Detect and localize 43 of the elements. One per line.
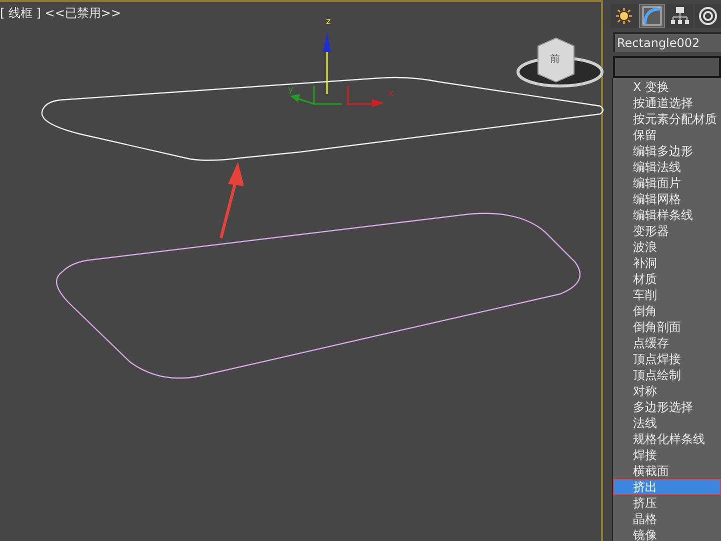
modifier-list-item[interactable]: 按元素分配材质 — [613, 111, 721, 127]
sun-icon — [615, 7, 633, 25]
modifier-list-item[interactable]: 按通道选择 — [613, 95, 721, 111]
viewcube-face-label: 前 — [550, 53, 560, 67]
modifier-list-item[interactable]: 保留 — [613, 127, 721, 143]
modifier-list-item[interactable]: 车削 — [613, 287, 721, 303]
gizmo-x-label: x — [388, 88, 394, 101]
modifier-list-item[interactable]: 波浪 — [613, 239, 721, 255]
modifier-list-item[interactable]: 顶点绘制 — [613, 367, 721, 383]
modifier-list-item[interactable]: 编辑网格 — [613, 191, 721, 207]
modifier-list-item[interactable]: 变形器 — [613, 223, 721, 239]
modifier-list-item[interactable]: 倒角剖面 — [613, 319, 721, 335]
modifier-list-item[interactable]: 对称 — [613, 383, 721, 399]
command-panel-tab[interactable] — [639, 4, 665, 28]
modifier-list-item[interactable]: 多边形选择 — [613, 399, 721, 415]
modifier-list-item[interactable]: 编辑样条线 — [613, 207, 721, 223]
arc-icon — [642, 6, 662, 26]
modifier-list-item[interactable]: 焊接 — [613, 447, 721, 463]
modifier-list-item[interactable]: 材质 — [613, 271, 721, 287]
modifier-list-item[interactable]: 挤压 — [613, 495, 721, 511]
command-panel-tab[interactable] — [667, 4, 693, 28]
modifier-list-item[interactable]: 倒角 — [613, 303, 721, 319]
modifier-list-item[interactable]: 编辑面片 — [613, 175, 721, 191]
command-panel-tab[interactable] — [611, 4, 637, 28]
viewport-label: [ 线框 ] <<已禁用>> — [0, 5, 122, 22]
modifier-list-item[interactable]: 补洞 — [613, 255, 721, 271]
command-panel-tab[interactable] — [695, 4, 721, 28]
gizmo-y-label: y — [288, 84, 294, 97]
modifier-list-item[interactable]: 晶格 — [613, 511, 721, 527]
modifier-list-item[interactable]: 挤出 — [613, 479, 721, 495]
hierarchy-icon — [670, 6, 690, 26]
modifier-list-item[interactable]: 镜像 — [613, 527, 721, 541]
gizmo-z-label: z — [326, 16, 331, 29]
modifier-list-item[interactable]: 横截面 — [613, 463, 721, 479]
modifier-list-item[interactable]: 顶点焊接 — [613, 351, 721, 367]
modifier-list-item[interactable]: 编辑法线 — [613, 159, 721, 175]
modifier-list-item[interactable]: 法线 — [613, 415, 721, 431]
object-name-field[interactable]: Rectangle002 — [613, 32, 721, 52]
modifier-list-item[interactable]: 编辑多边形 — [613, 143, 721, 159]
modifier-list-item[interactable]: 规格化样条线 — [613, 431, 721, 447]
modifier-list-item[interactable]: 点缓存 — [613, 335, 721, 351]
modifier-list-item[interactable]: X 变换 — [613, 79, 721, 95]
target-icon — [698, 6, 718, 26]
